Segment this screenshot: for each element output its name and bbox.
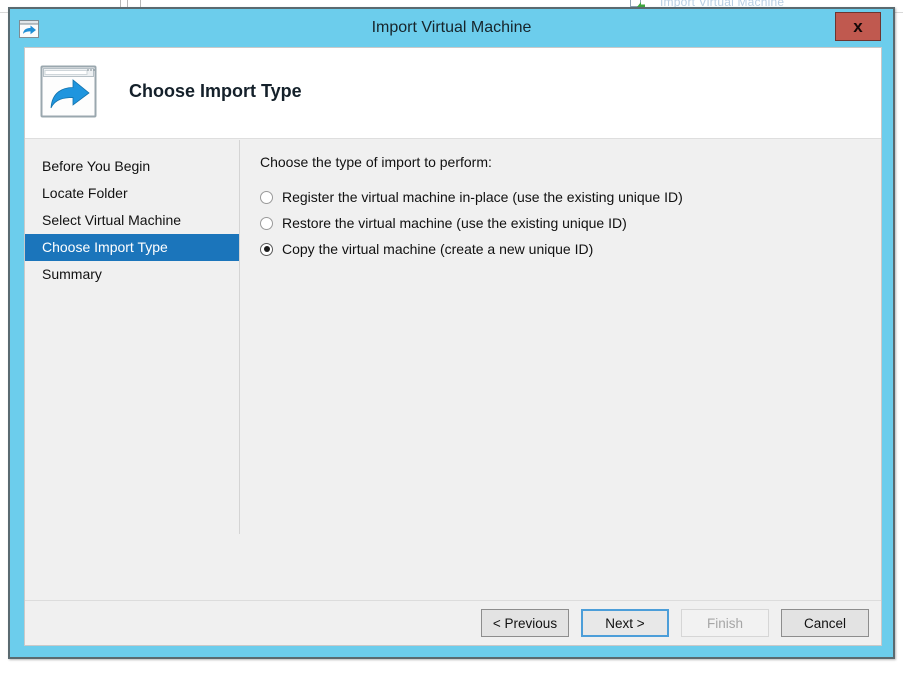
sidebar-item-before-you-begin[interactable]: Before You Begin <box>25 153 239 180</box>
sidebar-item-label: Choose Import Type <box>42 239 168 255</box>
wizard-sidebar: Before You Begin Locate Folder Select Vi… <box>25 140 239 603</box>
footer-button-row: < Previous Next > Finish Cancel <box>481 609 869 637</box>
radio-label: Restore the virtual machine (use the exi… <box>282 215 627 231</box>
finish-button: Finish <box>681 609 769 637</box>
import-virtual-machine-dialog: Import Virtual Machine x Choose Import T… <box>8 7 895 659</box>
import-window-arrow-icon <box>39 62 101 124</box>
dialog-title: Import Virtual Machine <box>10 19 893 37</box>
radio-icon <box>260 191 273 204</box>
sidebar-item-label: Before You Begin <box>42 158 150 174</box>
content-pane: Choose the type of import to perform: Re… <box>240 140 881 603</box>
radio-register-in-place[interactable]: Register the virtual machine in-place (u… <box>260 184 880 210</box>
radio-restore-virtual-machine[interactable]: Restore the virtual machine (use the exi… <box>260 210 880 236</box>
content-prompt: Choose the type of import to perform: <box>260 154 492 170</box>
sidebar-item-summary[interactable]: Summary <box>25 261 239 288</box>
previous-button[interactable]: < Previous <box>481 609 569 637</box>
sidebar-item-label: Select Virtual Machine <box>42 212 181 228</box>
radio-icon-selected <box>260 243 273 256</box>
wizard-step-list: Before You Begin Locate Folder Select Vi… <box>25 153 239 288</box>
dialog-body: Before You Begin Locate Folder Select Vi… <box>25 140 881 603</box>
sidebar-item-label: Summary <box>42 266 102 282</box>
sidebar-item-locate-folder[interactable]: Locate Folder <box>25 180 239 207</box>
import-type-radio-group: Register the virtual machine in-place (u… <box>260 184 880 262</box>
radio-copy-virtual-machine[interactable]: Copy the virtual machine (create a new u… <box>260 236 880 262</box>
dialog-header: Choose Import Type <box>25 48 881 139</box>
sidebar-item-choose-import-type[interactable]: Choose Import Type <box>25 234 239 261</box>
close-button[interactable]: x <box>835 12 881 41</box>
sidebar-item-label: Locate Folder <box>42 185 128 201</box>
radio-label: Copy the virtual machine (create a new u… <box>282 241 593 257</box>
sidebar-item-select-virtual-machine[interactable]: Select Virtual Machine <box>25 207 239 234</box>
dialog-footer: < Previous Next > Finish Cancel <box>25 600 881 645</box>
radio-label: Register the virtual machine in-place (u… <box>282 189 683 205</box>
next-button[interactable]: Next > <box>581 609 669 637</box>
cancel-button[interactable]: Cancel <box>781 609 869 637</box>
radio-icon <box>260 217 273 230</box>
page-title: Choose Import Type <box>129 81 302 102</box>
title-bar: Import Virtual Machine x <box>10 9 893 49</box>
dialog-client-area: Choose Import Type Before You Begin Loca… <box>24 47 882 646</box>
